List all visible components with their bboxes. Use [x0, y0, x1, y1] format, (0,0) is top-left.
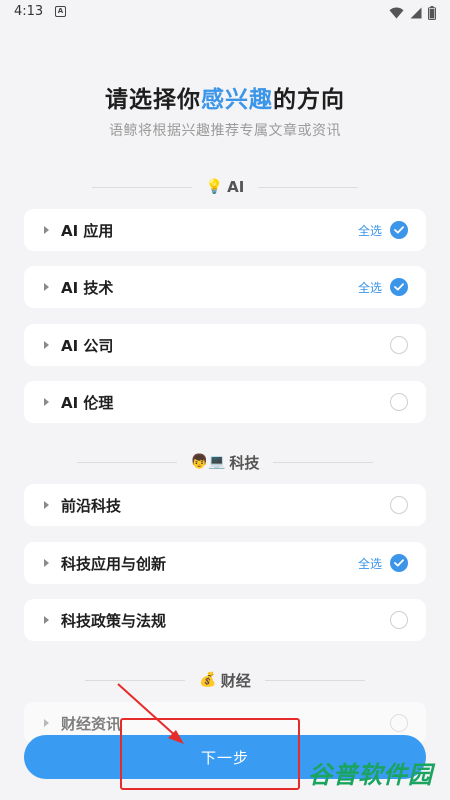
divider	[85, 679, 186, 681]
annotation-highlight-box	[120, 718, 300, 790]
topic-label: AI 伦理	[61, 393, 114, 412]
page-subtitle: 语鲸将根据兴趣推荐专属文章或资讯	[109, 123, 341, 139]
divider	[91, 186, 192, 188]
signal-icon	[410, 7, 422, 19]
wifi-icon	[389, 7, 404, 19]
section-title: AI	[227, 178, 245, 196]
section-header-finance: 💰 财经	[0, 668, 450, 692]
status-icons	[389, 5, 436, 21]
status-time: 4:13	[14, 4, 44, 19]
unchecked-circle-icon[interactable]	[390, 611, 408, 629]
divider	[264, 679, 365, 681]
topic-label: 前沿科技	[61, 496, 122, 515]
topic-label: AI 应用	[61, 221, 114, 240]
topic-item-ai-application[interactable]: AI 应用 全选	[24, 209, 426, 251]
topic-label: AI 技术	[61, 278, 114, 297]
expand-caret-icon[interactable]	[44, 501, 49, 509]
lightbulb-icon: 💡	[205, 179, 224, 195]
person-laptop-icon: 👦💻	[190, 454, 226, 470]
section-header-tech: 👦💻 科技	[0, 450, 450, 474]
topic-label: 科技政策与法规	[61, 611, 167, 630]
topic-item-tech-policy-regulation[interactable]: 科技政策与法规	[24, 599, 426, 641]
topic-item-frontier-tech[interactable]: 前沿科技	[24, 484, 426, 526]
unchecked-circle-icon[interactable]	[390, 393, 408, 411]
expand-caret-icon[interactable]	[44, 226, 49, 234]
unchecked-circle-icon[interactable]	[390, 714, 408, 732]
select-all-link[interactable]: 全选	[358, 222, 382, 239]
expand-caret-icon[interactable]	[44, 398, 49, 406]
topic-label: 科技应用与创新	[61, 554, 167, 573]
money-bag-icon: 💰	[199, 672, 217, 688]
select-all-link[interactable]: 全选	[358, 555, 382, 572]
status-bar: 4:13 A	[0, 0, 450, 26]
checked-circle-icon[interactable]	[390, 554, 408, 572]
topic-label: AI 公司	[61, 336, 114, 355]
unchecked-circle-icon[interactable]	[390, 496, 408, 514]
topic-item-tech-application-innovation[interactable]: 科技应用与创新 全选	[24, 542, 426, 584]
divider	[273, 461, 374, 463]
unchecked-circle-icon[interactable]	[390, 336, 408, 354]
topic-item-ai-ethics[interactable]: AI 伦理	[24, 381, 426, 423]
divider	[76, 461, 177, 463]
select-all-link[interactable]: 全选	[358, 279, 382, 296]
title-highlight: 感兴趣	[201, 87, 273, 113]
section-header-ai: 💡 AI	[0, 175, 450, 199]
page-title: 请选择你感兴趣的方向	[0, 80, 450, 114]
expand-caret-icon[interactable]	[44, 341, 49, 349]
title-prefix: 请选择你	[105, 87, 201, 113]
checked-circle-icon[interactable]	[390, 221, 408, 239]
section-title: 科技	[229, 453, 260, 472]
battery-icon	[428, 6, 436, 20]
divider	[258, 186, 359, 188]
expand-caret-icon[interactable]	[44, 283, 49, 291]
expand-caret-icon[interactable]	[44, 616, 49, 624]
section-title: 财经	[220, 671, 251, 690]
title-suffix: 的方向	[273, 87, 345, 113]
expand-caret-icon[interactable]	[44, 559, 49, 567]
checked-circle-icon[interactable]	[390, 278, 408, 296]
expand-caret-icon[interactable]	[44, 719, 49, 727]
watermark-logo: 谷普软件园	[308, 761, 433, 789]
topic-item-ai-technology[interactable]: AI 技术 全选	[24, 266, 426, 308]
app-notification-icon: A	[55, 6, 66, 17]
topic-item-ai-company[interactable]: AI 公司	[24, 324, 426, 366]
